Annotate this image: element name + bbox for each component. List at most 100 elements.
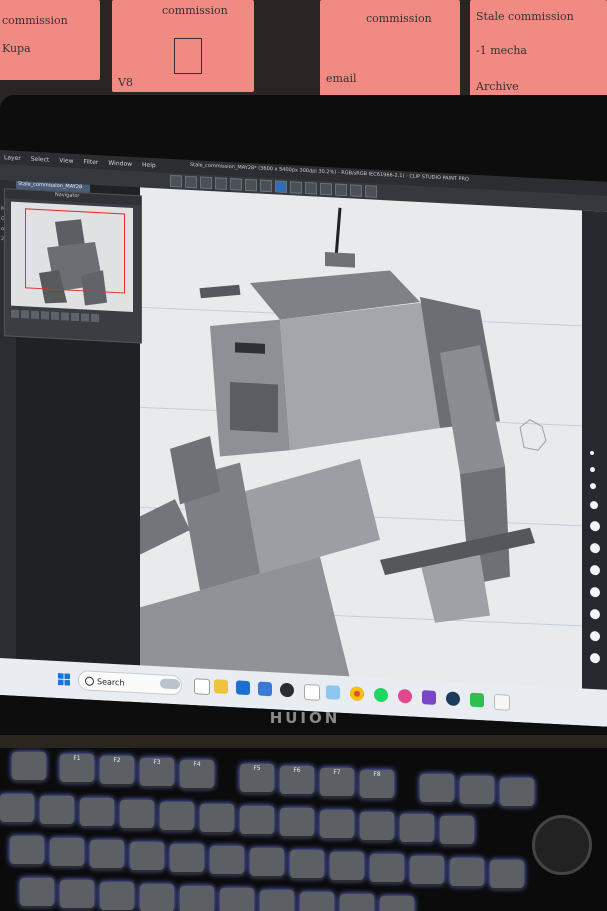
keyboard-key[interactable] bbox=[10, 836, 44, 864]
keyboard-key-f5[interactable]: F5 bbox=[240, 764, 274, 792]
clip-studio-icon[interactable] bbox=[494, 693, 510, 711]
zoom-in-icon[interactable] bbox=[21, 310, 29, 319]
photos-icon[interactable] bbox=[258, 681, 272, 697]
keyboard-key[interactable] bbox=[120, 800, 154, 828]
keyboard-key[interactable] bbox=[290, 850, 324, 878]
keyboard-key-f8[interactable]: F8 bbox=[360, 770, 394, 798]
spotify-icon[interactable] bbox=[374, 687, 388, 703]
keyboard-key[interactable] bbox=[50, 838, 84, 866]
obs-icon[interactable] bbox=[280, 682, 294, 698]
task-view-icon[interactable] bbox=[194, 678, 210, 696]
keyboard-key[interactable] bbox=[80, 798, 114, 826]
keyboard-key-f7[interactable]: F7 bbox=[320, 768, 354, 796]
keyboard-key[interactable] bbox=[260, 890, 294, 911]
deselect-icon[interactable] bbox=[335, 183, 347, 197]
keyboard-key-f1[interactable]: F1 bbox=[60, 754, 94, 782]
brush-size-option[interactable] bbox=[590, 500, 598, 510]
keyboard-key[interactable] bbox=[250, 848, 284, 876]
new-file-icon[interactable] bbox=[170, 174, 182, 188]
undo-icon[interactable] bbox=[215, 177, 227, 190]
keyboard-key-esc[interactable] bbox=[12, 752, 46, 780]
keyboard-key[interactable] bbox=[130, 842, 164, 870]
windows-start-icon[interactable] bbox=[58, 673, 70, 686]
steam-icon[interactable] bbox=[446, 691, 460, 707]
keyboard-key[interactable] bbox=[360, 812, 394, 840]
keyboard-key[interactable] bbox=[320, 810, 354, 838]
navigator-view-frame[interactable] bbox=[25, 208, 125, 294]
keyboard-key[interactable] bbox=[210, 846, 244, 874]
keyboard-key[interactable] bbox=[90, 840, 124, 868]
chrome-icon[interactable] bbox=[350, 686, 364, 702]
reset-rotate-icon[interactable] bbox=[51, 311, 59, 321]
keyboard-key[interactable] bbox=[460, 776, 494, 804]
app-icon[interactable] bbox=[422, 690, 436, 705]
snap-icon[interactable] bbox=[290, 181, 302, 194]
fit-view-icon[interactable] bbox=[81, 313, 89, 322]
transform-icon[interactable] bbox=[320, 182, 332, 196]
keyboard-key[interactable] bbox=[220, 888, 254, 911]
mail-icon[interactable] bbox=[236, 680, 250, 696]
keyboard-key[interactable] bbox=[20, 878, 54, 906]
keyboard-key-f2[interactable]: F2 bbox=[100, 756, 134, 784]
clear-icon[interactable] bbox=[245, 178, 257, 192]
keyboard-key-f4[interactable]: F4 bbox=[180, 760, 214, 788]
keyboard-key-f6[interactable]: F6 bbox=[280, 766, 314, 794]
keyboard-key[interactable] bbox=[420, 774, 454, 802]
app-icon[interactable] bbox=[470, 692, 484, 708]
keyboard-key-f3[interactable]: F3 bbox=[140, 758, 174, 786]
flip-horizontal-icon[interactable] bbox=[61, 312, 69, 321]
menu-item-window[interactable]: Window bbox=[108, 159, 132, 167]
brush-size-option[interactable] bbox=[590, 542, 600, 554]
app-icon[interactable] bbox=[326, 685, 340, 700]
app-icon[interactable] bbox=[304, 683, 320, 701]
keyboard-key[interactable] bbox=[140, 884, 174, 911]
keyboard-key[interactable] bbox=[200, 804, 234, 832]
brush-size-option[interactable] bbox=[590, 586, 600, 598]
keyboard-key[interactable] bbox=[240, 806, 274, 834]
file-explorer-icon[interactable] bbox=[214, 679, 228, 694]
brush-size-option[interactable] bbox=[590, 564, 600, 576]
app-icon[interactable] bbox=[398, 688, 412, 704]
keyboard-key[interactable] bbox=[280, 808, 314, 836]
keyboard-key[interactable] bbox=[380, 896, 414, 911]
keyboard-key[interactable] bbox=[400, 814, 434, 842]
keyboard-key[interactable] bbox=[500, 778, 534, 806]
keyboard-key[interactable] bbox=[160, 802, 194, 830]
brush-size-option[interactable] bbox=[590, 630, 600, 642]
keyboard-key[interactable] bbox=[330, 852, 364, 880]
keyboard-key[interactable] bbox=[100, 882, 134, 910]
actual-size-icon[interactable] bbox=[91, 313, 99, 323]
zoom-out-icon[interactable] bbox=[11, 309, 19, 318]
open-file-icon[interactable] bbox=[185, 175, 197, 189]
brush-size-option[interactable] bbox=[590, 652, 600, 664]
keyboard-key[interactable] bbox=[180, 886, 214, 911]
menu-item-help[interactable]: Help bbox=[142, 161, 156, 169]
keyboard-key[interactable] bbox=[60, 880, 94, 908]
keyboard-key[interactable] bbox=[340, 894, 374, 911]
menu-item-select[interactable]: Select bbox=[31, 155, 50, 163]
ruler-icon[interactable] bbox=[305, 181, 317, 195]
fill-icon[interactable] bbox=[260, 179, 272, 193]
brush-size-option[interactable] bbox=[590, 608, 600, 620]
brush-size-option[interactable] bbox=[590, 520, 600, 532]
save-icon[interactable] bbox=[200, 176, 212, 190]
brush-size-option[interactable] bbox=[590, 450, 594, 456]
keyboard-key[interactable] bbox=[0, 794, 34, 822]
brush-size-option[interactable] bbox=[590, 466, 595, 473]
rotate-right-icon[interactable] bbox=[41, 311, 49, 320]
menu-item-layer[interactable]: Layer bbox=[4, 154, 21, 162]
drawing-canvas[interactable] bbox=[140, 187, 607, 692]
keyboard-key[interactable] bbox=[370, 854, 404, 882]
keyboard-key[interactable] bbox=[170, 844, 204, 872]
settings-icon[interactable] bbox=[365, 185, 377, 198]
brush-size-option[interactable] bbox=[590, 482, 596, 490]
keyboard-key[interactable] bbox=[300, 892, 334, 911]
keyboard-key[interactable] bbox=[440, 816, 474, 844]
keyboard-key[interactable] bbox=[40, 796, 74, 824]
crop-icon[interactable] bbox=[350, 184, 362, 197]
keyboard-key[interactable] bbox=[410, 856, 444, 884]
menu-item-view[interactable]: View bbox=[59, 157, 73, 165]
keyboard-key[interactable] bbox=[490, 860, 524, 888]
keyboard-key[interactable] bbox=[450, 858, 484, 886]
weather-widget-icon[interactable] bbox=[160, 678, 180, 690]
